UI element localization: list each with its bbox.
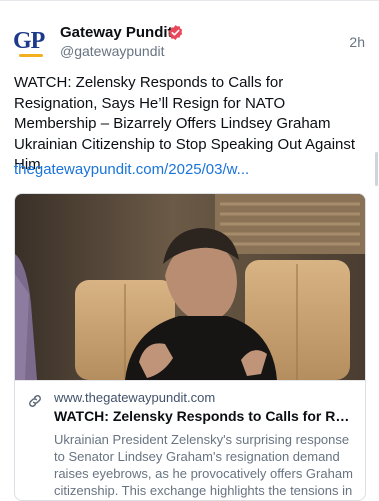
link-icon xyxy=(29,395,41,407)
scrollbar[interactable] xyxy=(375,152,378,186)
author-name[interactable]: Gateway Pundit xyxy=(60,24,173,41)
top-divider xyxy=(0,0,379,1)
card-description: Ukrainian President Zelensky's surprisin… xyxy=(54,432,353,498)
card-domain: www.thegatewaypundit.com xyxy=(54,390,216,405)
post-time[interactable]: 2h xyxy=(349,34,365,50)
preview-image xyxy=(15,194,365,380)
avatar-logo-swoosh xyxy=(19,54,43,57)
link-preview-card[interactable]: www.thegatewaypundit.com WATCH: Zelensky… xyxy=(14,193,366,501)
verified-badge-icon xyxy=(168,25,183,40)
avatar-logo-text: GP xyxy=(13,28,45,54)
post-link[interactable]: thegatewaypundit.com/2025/03/w... xyxy=(14,161,249,178)
avatar[interactable]: GP xyxy=(13,24,51,62)
link-preview-meta: www.thegatewaypundit.com WATCH: Zelensky… xyxy=(15,380,365,500)
author-handle[interactable]: @gatewaypundit xyxy=(60,43,165,59)
card-title[interactable]: WATCH: Zelensky Responds to Calls for Re… xyxy=(54,408,356,424)
